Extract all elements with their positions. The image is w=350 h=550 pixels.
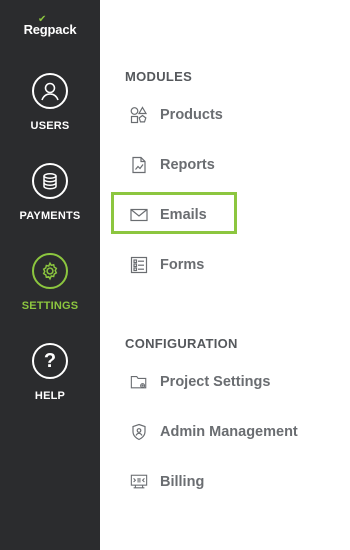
billing-icon (130, 473, 148, 491)
menu-item-label: Emails (160, 207, 207, 223)
app-logo: ✔ Regpack (0, 14, 100, 37)
folder-gear-icon (130, 373, 148, 391)
gear-icon (32, 253, 68, 289)
sidebar-item-users[interactable]: USERS (0, 73, 100, 132)
sidebar-item-label: SETTINGS (21, 300, 79, 312)
sidebar: ✔ Regpack USERS PAYMENTS SETTINGS ? HELP (0, 0, 100, 550)
menu-item-forms[interactable]: Forms (130, 253, 204, 277)
section-title-configuration: CONFIGURATION (125, 336, 238, 351)
sidebar-item-settings[interactable]: SETTINGS (0, 253, 100, 312)
logo-check-icon: ✔ (38, 14, 47, 25)
form-list-icon (130, 256, 148, 274)
shapes-icon (130, 106, 148, 124)
menu-item-label: Products (160, 107, 223, 123)
logo-text: Regpack (23, 22, 77, 37)
envelope-icon (130, 206, 148, 224)
menu-item-reports[interactable]: Reports (130, 153, 215, 177)
menu-item-products[interactable]: Products (130, 103, 223, 127)
menu-item-label: Admin Management (160, 424, 298, 440)
sidebar-item-label: PAYMENTS (19, 210, 81, 222)
question-icon: ? (32, 343, 68, 379)
menu-item-label: Billing (160, 474, 205, 490)
menu-item-label: Forms (160, 257, 205, 273)
chart-doc-icon (130, 156, 148, 174)
menu-item-admin-management[interactable]: Admin Management (130, 420, 298, 444)
menu-item-label: Reports (160, 157, 215, 173)
coins-icon (32, 163, 68, 199)
sidebar-item-help[interactable]: ? HELP (0, 343, 100, 402)
section-title-modules: MODULES (125, 69, 193, 84)
sidebar-item-label: HELP (34, 390, 66, 402)
shield-icon (130, 423, 148, 441)
menu-item-project-settings[interactable]: Project Settings (130, 370, 270, 394)
sidebar-item-label: USERS (30, 120, 70, 132)
menu-item-emails[interactable]: Emails (130, 203, 207, 227)
user-icon (32, 73, 68, 109)
menu-item-billing[interactable]: Billing (130, 470, 204, 494)
sidebar-item-payments[interactable]: PAYMENTS (0, 163, 100, 222)
menu-item-label: Project Settings (160, 374, 271, 390)
